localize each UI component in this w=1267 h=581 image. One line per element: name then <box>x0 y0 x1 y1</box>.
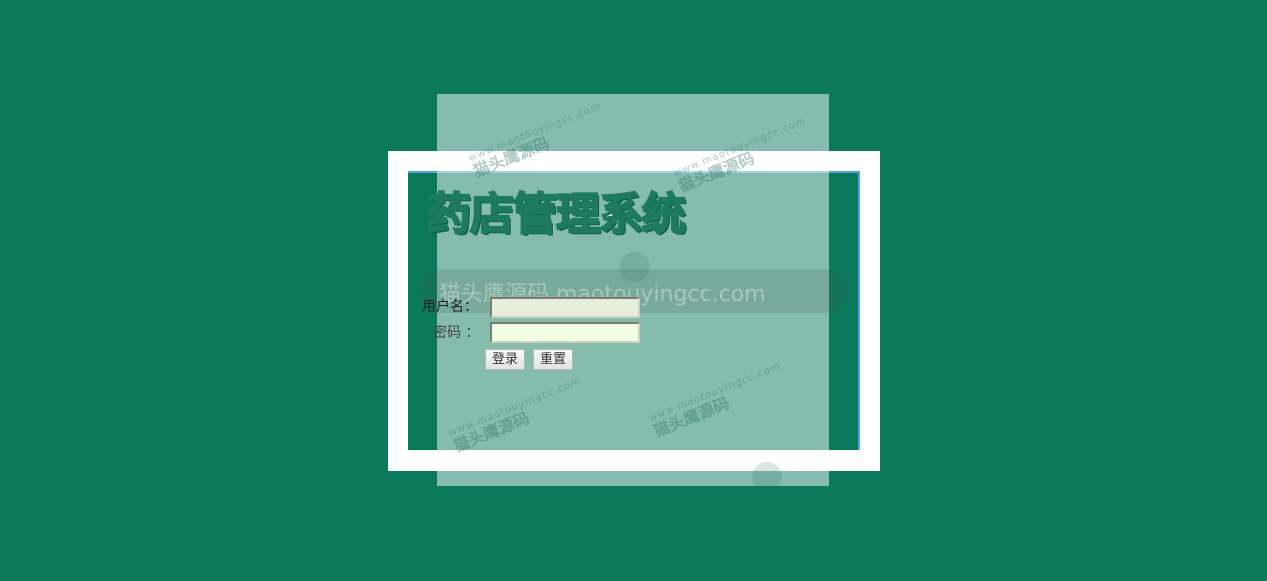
login-button[interactable]: 登录 <box>485 349 526 370</box>
username-label: 用户名： <box>422 299 478 315</box>
password-label: 密码 ： <box>433 325 480 341</box>
reset-button[interactable]: 重置 <box>533 349 574 370</box>
username-input[interactable] <box>490 297 640 318</box>
login-form: 药店管理系统 猫头鹰源码 maotouyingcc.com 用户名： 密码 ： … <box>0 0 1267 581</box>
password-input[interactable] <box>490 322 640 343</box>
page-title: 药店管理系统 <box>426 189 687 240</box>
